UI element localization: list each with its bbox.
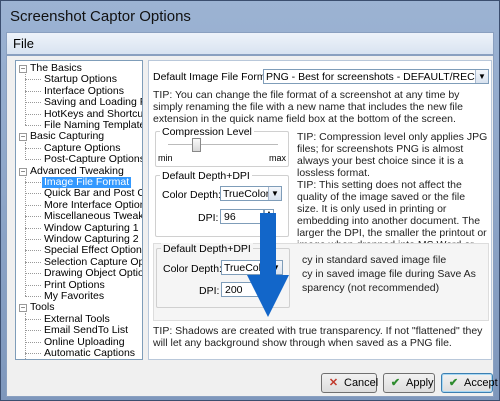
color-depth-select[interactable]: TrueColor ▼ <box>220 186 282 201</box>
chevron-down-icon: ▼ <box>475 70 488 83</box>
tree-item-label: Scanner Options <box>44 358 122 359</box>
compression-slider-thumb[interactable] <box>191 138 201 152</box>
tree-item-label: Miscellaneous Tweaks <box>44 210 143 223</box>
format-tip: TIP: You can change the file format of a… <box>153 89 463 125</box>
client-area: − The Basics Startup Options Interface Opti… <box>6 55 498 397</box>
cancel-icon: ✕ <box>328 377 339 389</box>
tree-connector <box>25 74 26 126</box>
dpi-label: DPI: <box>198 212 219 224</box>
compression-tip: TIP: Compression level only applies JPG … <box>297 131 488 179</box>
menu-file[interactable]: File <box>13 36 34 51</box>
format-label: Default Image File Format: <box>153 71 278 83</box>
settings-panel: Default Image File Format: PNG - Best fo… <box>148 60 492 360</box>
tree-item[interactable]: Post-Capture Options <box>16 153 143 166</box>
tree-item[interactable]: Miscellaneous Tweaks <box>16 210 143 223</box>
shadow-line-1: cy in standard saved image file <box>302 254 447 266</box>
color-depth-label-2: Color Depth: <box>163 263 222 275</box>
compression-track <box>168 144 278 146</box>
tree-item-label: Drawing Object Options <box>44 267 143 280</box>
menu-bar: File <box>6 32 494 55</box>
options-tree[interactable]: − The Basics Startup Options Interface Opti… <box>15 60 143 360</box>
format-row: Default Image File Format: PNG - Best fo… <box>153 69 489 85</box>
tree-connector <box>25 176 26 297</box>
shadow-tip: TIP: Shadows are created with true trans… <box>153 325 483 349</box>
collapse-icon[interactable]: − <box>19 304 27 313</box>
cancel-button[interactable]: ✕ Cancel <box>321 373 379 393</box>
tree-item[interactable]: Drawing Object Options <box>16 267 143 280</box>
tree-item-label: Saving and Loading Files <box>44 96 142 109</box>
collapse-icon[interactable]: − <box>19 65 27 73</box>
format-select[interactable]: PNG - Best for screenshots - DEFAULT/REC… <box>263 69 489 84</box>
cancel-label: Cancel <box>344 377 379 389</box>
dpi-label-2: DPI: <box>199 285 220 297</box>
tree-item[interactable]: Saving and Loading Files <box>16 96 142 109</box>
tree-connector <box>25 313 26 359</box>
tree-item[interactable]: Email SendTo List <box>16 324 142 337</box>
compression-title: Compression Level <box>160 126 254 138</box>
color-depth-value: TrueColor <box>223 188 270 200</box>
format-select-value: PNG - Best for screenshots - DEFAULT/REC… <box>266 71 488 83</box>
dialog-buttons: ✕ Cancel ✔ Apply ✔ Accept <box>7 368 498 394</box>
window-title: Screenshot Captor Options <box>10 8 191 25</box>
collapse-icon[interactable]: − <box>19 167 27 176</box>
compression-min: min <box>158 153 173 163</box>
tree-item[interactable]: Scanner Options <box>44 358 122 359</box>
tree-item-label: Post-Capture Options <box>44 153 143 166</box>
compression-max: max <box>268 153 286 163</box>
tree-item-label: Email SendTo List <box>44 324 129 337</box>
depth-title-2: Default Depth+DPI <box>161 243 253 255</box>
depth-title: Default Depth+DPI <box>160 170 252 182</box>
check-icon: ✔ <box>448 377 459 389</box>
check-icon: ✔ <box>390 377 401 389</box>
chevron-down-icon: ▼ <box>268 187 281 200</box>
accept-label: Accept <box>464 377 498 389</box>
color-depth-label: Color Depth: <box>162 189 221 201</box>
apply-button[interactable]: ✔ Apply <box>383 373 435 393</box>
arrow-down-icon <box>247 213 289 317</box>
shadow-line-2: cy in saved image file during Save As <box>302 268 476 280</box>
tree-connector <box>25 142 26 160</box>
options-window: Screenshot Captor Options File − The Basi… <box>0 0 500 401</box>
collapse-icon[interactable]: − <box>19 133 27 142</box>
accept-button[interactable]: ✔ Accept <box>441 373 498 393</box>
compression-group: Compression Level min max <box>155 126 289 167</box>
shadow-line-3: sparency (not recommended) <box>302 282 440 294</box>
shadow-options-area: Default Depth+DPI Color Depth: TrueColor… <box>153 243 489 321</box>
apply-label: Apply <box>406 377 434 389</box>
